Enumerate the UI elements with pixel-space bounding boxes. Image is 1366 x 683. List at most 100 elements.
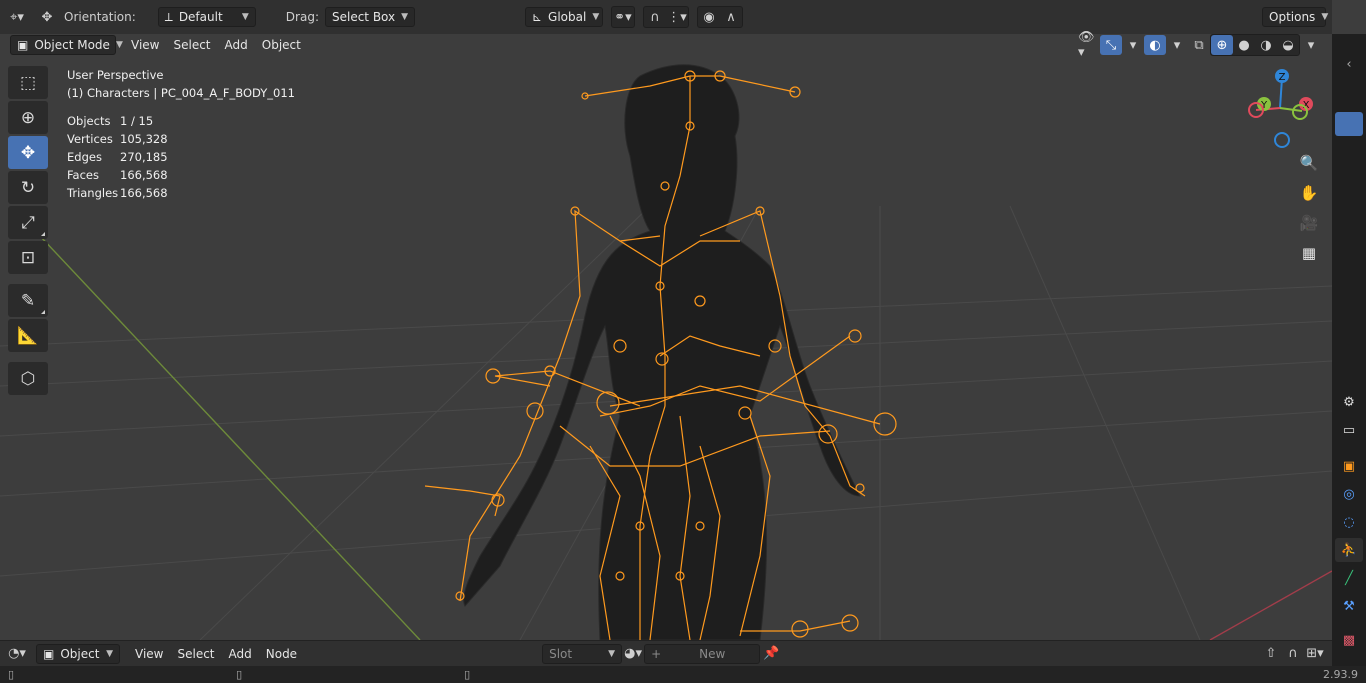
navigation-gizmo[interactable]: Z Y X [1240, 66, 1320, 150]
drag-value: Select Box [331, 10, 396, 24]
select-box-icon[interactable]: ⬚ [8, 66, 48, 99]
transform-orientation-icon: ⊾ [531, 10, 543, 24]
snapping-group[interactable]: ∩ ⋮▾ [642, 6, 689, 28]
constraint-properties-icon[interactable]: ⚒ [1335, 594, 1363, 618]
scale-icon[interactable]: ⤢ [8, 206, 48, 239]
parent-node-tree-icon[interactable]: ⇧ [1260, 644, 1282, 664]
stat-label: Vertices [67, 132, 113, 146]
transform-space-value: Global [548, 10, 587, 24]
chevron-down-icon: ▼ [241, 12, 249, 22]
material-browse-icon[interactable]: ◕▾ [622, 644, 644, 664]
shading-group[interactable]: ⊕ ● ◑ ◒ [1210, 34, 1300, 56]
stat-value: 105,328 [120, 132, 168, 146]
orientation-dropdown[interactable]: ⟂ Default ▼ [157, 7, 256, 27]
object-type-dropdown[interactable]: ▣ Object ▼ [36, 643, 120, 664]
chevron-down-icon: ▼ [401, 12, 409, 22]
wireframe-shading-icon[interactable]: ⊕ [1211, 35, 1233, 55]
bone-properties-icon[interactable]: ╱ [1335, 566, 1363, 590]
stat-value: 270,185 [120, 150, 168, 164]
overlays-toggle-icon[interactable]: ◐ [1144, 35, 1166, 55]
slot-dropdown[interactable]: Slot ▼ [542, 643, 623, 664]
plus-icon: + [651, 646, 662, 661]
snap-icon[interactable]: ∩ [1282, 644, 1304, 664]
menu-view[interactable]: View [128, 647, 170, 661]
add-cube-icon[interactable]: ⬡ [8, 362, 48, 395]
texture-properties-icon[interactable]: ▩ [1335, 628, 1363, 652]
chevron-down-icon[interactable]: ▾ [1166, 35, 1188, 55]
slot-label: Slot [549, 646, 573, 661]
visibility-icon[interactable]: 👁▾ [1078, 30, 1100, 60]
gizmo-toggle-icon[interactable]: ⤡ [1100, 35, 1122, 55]
scene-statistics: Objects 1 / 15 Vertices 105,328 Edges 270,1… [67, 112, 295, 202]
status-bar: ▯ ▯ ▯ 2.93.9 [0, 666, 1366, 683]
sidebar-toggle-icon[interactable]: ‹ [1335, 52, 1363, 76]
stat-row: Objects 1 / 15 [67, 112, 295, 130]
annotate-icon[interactable]: ✎ [8, 284, 48, 317]
menu-node[interactable]: Node [259, 647, 304, 661]
measure-icon[interactable]: 📐 [8, 319, 48, 352]
new-material-button[interactable]: + New [644, 643, 761, 664]
modifier-properties-icon[interactable]: ◎ [1335, 482, 1363, 506]
chevron-down-icon[interactable]: ▾ [1122, 35, 1144, 55]
cursor-icon[interactable]: ⊕ [8, 101, 48, 134]
perspective-toggle-icon[interactable]: ▦ [1296, 240, 1322, 266]
menu-select[interactable]: Select [170, 647, 221, 661]
shader-editor-header: ◔▾ ▣ Object ▼ View Select Add Node Slot … [0, 640, 1332, 666]
move-tool-icon[interactable]: ✥ [36, 7, 58, 27]
stat-value: 166,568 [120, 168, 168, 182]
mouse-middle-icon: ▯ [236, 668, 243, 681]
pin-icon[interactable]: 📌 [760, 644, 782, 664]
transform-space-dropdown[interactable]: ⊾ Global ▼ [524, 7, 603, 27]
pan-hand-icon[interactable]: ✋ [1296, 180, 1322, 206]
stat-label: Faces [67, 168, 99, 182]
tool-settings-header: ⌖▾ ✥ Orientation: ⟂ Default ▼ Drag: Sele… [0, 0, 1332, 34]
character-mesh[interactable] [463, 64, 861, 640]
object-mode-icon: ▣ [17, 38, 29, 52]
x-axis-line [1209, 570, 1332, 640]
options-dropdown[interactable]: Options ▼ [1262, 7, 1329, 27]
neg-z-axis-handle[interactable] [1274, 132, 1290, 148]
pivot-point-dropdown[interactable]: ⚭▾ [610, 6, 635, 28]
render-properties-icon[interactable]: ▭ [1335, 418, 1363, 442]
menu-add[interactable]: Add [222, 647, 259, 661]
menu-object[interactable]: Object [255, 38, 308, 52]
editor-type-icon[interactable]: ◔▾ [6, 644, 28, 664]
mouse-right-icon: ▯ [464, 668, 471, 681]
stat-row: Edges 270,185 [67, 148, 295, 166]
y-axis-line [39, 235, 421, 640]
snap-magnet-icon[interactable]: ∩ [644, 7, 666, 27]
physics-properties-icon[interactable]: ◌ [1335, 510, 1363, 534]
viewport-text-overlay: User Perspective (1) Characters | PC_004… [67, 66, 295, 202]
snap-mode-icon[interactable]: ⊞▾ [1304, 644, 1326, 664]
proportional-edit-icon[interactable]: ◉ [698, 7, 720, 27]
drag-dropdown[interactable]: Select Box ▼ [324, 7, 415, 27]
menu-view[interactable]: View [124, 38, 166, 52]
falloff-icon[interactable]: ∧ [720, 7, 742, 27]
tool-properties-icon[interactable]: ⚙ [1335, 390, 1363, 414]
mouse-left-icon: ▯ [8, 668, 15, 681]
chevron-down-icon: ▼ [1321, 12, 1329, 22]
menu-select[interactable]: Select [166, 38, 217, 52]
xray-toggle-icon[interactable]: ⧉ [1188, 35, 1210, 55]
move-icon[interactable]: ✥ [8, 136, 48, 169]
rotate-icon[interactable]: ↻ [8, 171, 48, 204]
camera-view-icon[interactable]: 🎥 [1296, 210, 1322, 236]
rendered-shading-icon[interactable]: ◒ [1277, 35, 1299, 55]
snap-increment-icon[interactable]: ⋮▾ [666, 7, 688, 27]
chevron-down-icon[interactable]: ▾ [1300, 35, 1322, 55]
chevron-down-icon: ▼ [592, 12, 600, 22]
zoom-icon[interactable]: 🔍 [1296, 150, 1322, 176]
solid-shading-icon[interactable]: ● [1233, 35, 1255, 55]
material-shading-icon[interactable]: ◑ [1255, 35, 1277, 55]
active-tab-marker[interactable] [1335, 112, 1363, 136]
transform-icon[interactable]: ⊡ [8, 241, 48, 274]
stat-row: Vertices 105,328 [67, 130, 295, 148]
mode-dropdown[interactable]: ▣ Object Mode ▼ [10, 35, 123, 55]
editor-type-icon[interactable]: ⌖▾ [6, 7, 28, 27]
proportional-editing-group[interactable]: ◉ ∧ [696, 6, 743, 28]
menu-add[interactable]: Add [218, 38, 255, 52]
orientation-value: Default [178, 10, 223, 24]
object-properties-icon[interactable]: ▣ [1335, 454, 1363, 478]
armature-data-icon[interactable]: ⛹ [1335, 538, 1363, 562]
drag-label: Drag: [285, 10, 319, 24]
